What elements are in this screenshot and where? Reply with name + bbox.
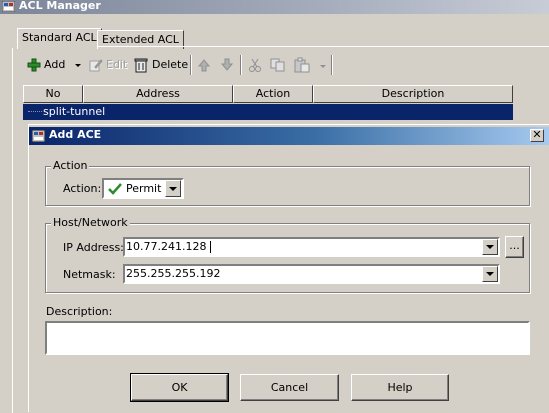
add-button[interactable]: Add bbox=[24, 55, 86, 75]
column-header-address[interactable]: Address bbox=[83, 85, 233, 103]
cancel-label: Cancel bbox=[270, 381, 309, 394]
netmask-dropdown-button[interactable] bbox=[482, 266, 498, 282]
tab-panel-border bbox=[97, 46, 549, 47]
column-header-action-label: Action bbox=[255, 87, 291, 100]
tree-line bbox=[28, 111, 42, 112]
ok-label: OK bbox=[171, 381, 188, 394]
action-group-label: Action bbox=[51, 159, 90, 172]
dialog-title: Add ACE bbox=[49, 128, 102, 141]
add-ace-icon bbox=[32, 130, 45, 142]
parent-title-bar: ACL Manager bbox=[0, 0, 549, 14]
chevron-down-icon bbox=[486, 272, 494, 276]
netmask-value: 255.255.255.192 bbox=[126, 267, 221, 280]
copy-icon[interactable] bbox=[270, 58, 286, 72]
edit-icon bbox=[89, 59, 103, 72]
paste-icon[interactable] bbox=[294, 57, 310, 73]
action-label: Action: bbox=[63, 182, 102, 195]
text-cursor bbox=[209, 241, 211, 253]
add-label: Add bbox=[44, 58, 66, 71]
help-label: Help bbox=[387, 381, 413, 394]
toolbar-separator bbox=[240, 55, 242, 75]
chevron-down-icon bbox=[169, 186, 177, 191]
trash-icon bbox=[134, 58, 148, 73]
browse-label: ... bbox=[509, 239, 520, 252]
netmask-label: Netmask: bbox=[63, 268, 116, 281]
cut-icon[interactable] bbox=[248, 58, 262, 72]
chevron-down-icon bbox=[486, 245, 494, 249]
netmask-select[interactable]: 255.255.255.192 bbox=[123, 264, 500, 284]
close-button[interactable]: ✕ bbox=[530, 129, 544, 142]
permit-check-icon bbox=[108, 182, 122, 195]
column-header-action[interactable]: Action bbox=[233, 85, 313, 103]
tab-standard-acl[interactable]: Standard ACL bbox=[17, 28, 102, 49]
tab-panel-left-border bbox=[12, 48, 13, 413]
parent-window-title: ACL Manager bbox=[19, 0, 101, 12]
ip-address-label: IP Address: bbox=[63, 241, 124, 254]
ok-button[interactable]: OK bbox=[130, 373, 229, 402]
column-header-description[interactable]: Description bbox=[313, 85, 513, 103]
description-label: Description: bbox=[46, 305, 113, 318]
column-header-description-label: Description bbox=[381, 87, 445, 100]
ip-address-dropdown-button[interactable] bbox=[482, 239, 498, 255]
action-value: Permit bbox=[126, 182, 162, 195]
move-down-icon[interactable] bbox=[220, 58, 234, 72]
column-header-no-label: No bbox=[45, 87, 61, 100]
ip-address-value: 10.77.241.128 bbox=[126, 240, 207, 253]
cancel-button[interactable]: Cancel bbox=[240, 374, 339, 401]
add-icon bbox=[27, 58, 41, 72]
paste-dropdown-icon[interactable] bbox=[320, 65, 326, 68]
browse-button[interactable]: ... bbox=[505, 236, 524, 258]
toolbar-separator bbox=[331, 55, 333, 75]
table-row[interactable]: split-tunnel bbox=[23, 104, 513, 120]
edit-button[interactable]: Edit bbox=[86, 55, 128, 75]
add-dropdown-icon[interactable] bbox=[75, 64, 81, 67]
tab-standard-acl-label: Standard ACL bbox=[22, 31, 97, 44]
tab-extended-acl-label: Extended ACL bbox=[102, 33, 179, 46]
delete-label: Delete bbox=[152, 58, 189, 71]
description-input[interactable] bbox=[45, 321, 530, 355]
help-button[interactable]: Help bbox=[351, 374, 449, 401]
column-header-address-label: Address bbox=[136, 87, 180, 100]
edit-label: Edit bbox=[106, 58, 128, 71]
move-up-icon[interactable] bbox=[197, 58, 211, 72]
host-network-group-label: Host/Network bbox=[51, 216, 130, 229]
dialog-title-bar[interactable]: Add ACE bbox=[29, 127, 549, 145]
close-icon: ✕ bbox=[532, 128, 542, 141]
ip-address-input[interactable]: 10.77.241.128 bbox=[123, 237, 500, 257]
delete-button[interactable]: Delete bbox=[131, 55, 189, 75]
acl-manager-icon bbox=[2, 1, 15, 12]
toolbar-separator bbox=[190, 55, 192, 75]
acl-name: split-tunnel bbox=[43, 105, 106, 118]
column-header-no[interactable]: No bbox=[23, 85, 83, 103]
action-dropdown-button[interactable] bbox=[165, 180, 181, 197]
